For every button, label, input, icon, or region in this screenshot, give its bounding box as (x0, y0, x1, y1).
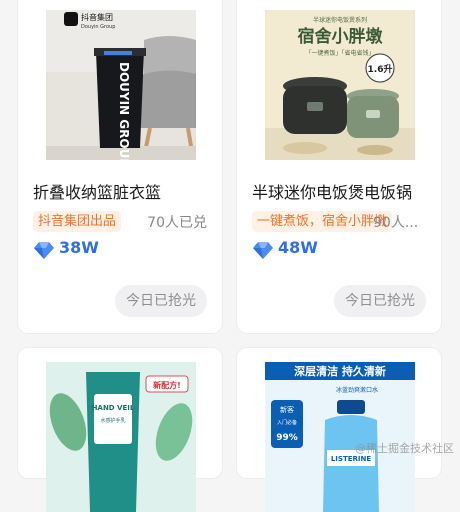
badge-middle: 入门必备 (277, 419, 297, 426)
poster-subtitle: 冰蓝劲爽漱口水 (336, 386, 378, 394)
bottle-brand-print: LISTERINE (331, 455, 372, 463)
basket-print: DOUYIN GROUP (117, 62, 131, 160)
points-price: 48W (278, 238, 318, 257)
points-gem-icon (34, 242, 54, 259)
product-name-print: HAND VEIL (92, 404, 135, 412)
sold-out-button[interactable]: 今日已抢光 (115, 285, 207, 317)
redeemed-count: 70人已兑 (147, 215, 207, 231)
poster-title: 深层清洁 持久清新 (294, 364, 386, 378)
poster-top-text: 半球迷你电饭煲系列 (313, 16, 367, 24)
brand-logo-subtext: Douyin Group (81, 24, 115, 30)
product-sub-print: 水感护手乳 (100, 417, 125, 424)
brand-logo-text: 抖音集团 (81, 12, 113, 22)
product-image[interactable]: 半球迷你电饭煲系列 宿舍小胖墩 「一键煮饭」「省电省钱」 1.6升 (265, 10, 415, 160)
sold-out-button[interactable]: 今日已抢光 (334, 285, 426, 317)
product-image[interactable]: DOUYIN GROUP 抖音集团 Douyin Group (46, 10, 196, 160)
product-tag: 一键煮饭，宿舍小胖墩 (252, 211, 393, 232)
points-price: 38W (59, 238, 99, 257)
product-image[interactable]: 深层清洁 持久清新 冰蓝劲爽漱口水 新客 入门必备 99% LISTERINE (265, 362, 415, 512)
product-card[interactable]: 深层清洁 持久清新 冰蓝劲爽漱口水 新客 入门必备 99% LISTERINE (237, 348, 441, 512)
product-card[interactable]: HAND VEIL 水感护手乳 新配方! (18, 348, 222, 512)
badge-percent: 99% (276, 433, 298, 443)
points-gem-icon (253, 242, 273, 259)
redeemed-count: 90人... (373, 215, 419, 231)
product-title: 半球迷你电饭煲电饭锅 (252, 183, 413, 202)
poster-subtitle: 「一键煮饭」「省电省钱」 (305, 49, 374, 57)
product-image[interactable]: HAND VEIL 水感护手乳 新配方! (46, 362, 196, 512)
product-tag: 抖音集团出品 (33, 211, 122, 232)
watermark: @稀土掘金技术社区 (355, 442, 454, 455)
product-card[interactable]: DOUYIN GROUP 抖音集团 Douyin Group 折叠收纳篮脏衣篮 … (18, 0, 222, 333)
badge-top: 新客 (280, 405, 294, 414)
poster-title: 宿舍小胖墩 (298, 26, 384, 47)
capacity-badge: 1.6升 (368, 63, 393, 75)
product-card[interactable]: 半球迷你电饭煲系列 宿舍小胖墩 「一键煮饭」「省电省钱」 1.6升 半球迷你电饭… (237, 0, 441, 333)
product-title: 折叠收纳篮脏衣篮 (33, 183, 162, 202)
new-formula-badge: 新配方! (153, 380, 181, 390)
